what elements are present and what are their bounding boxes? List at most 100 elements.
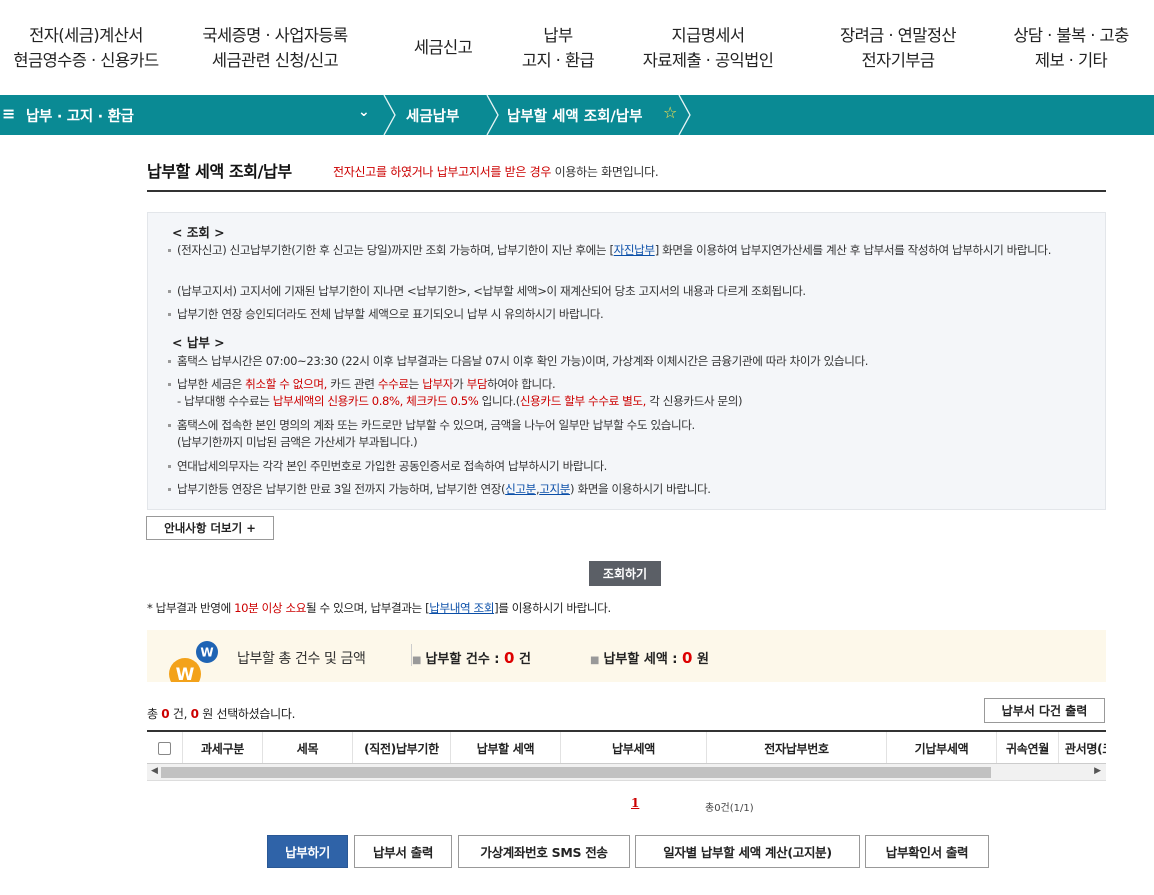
notice-text: * 납부결과 반영에 bbox=[147, 601, 235, 615]
breadcrumb-section[interactable]: 납부 · 고지 · 환급 bbox=[26, 105, 134, 126]
payment-result-notice: * 납부결과 반영에 10분 이상 소요될 수 있으며, 납부결과는 [납부내역… bbox=[147, 600, 611, 616]
chevron-down-icon[interactable]: ⌄ bbox=[358, 104, 370, 120]
title-divider bbox=[147, 190, 1106, 192]
breadcrumb-bar: ≡ 납부 · 고지 · 환급 ⌄ 세금납부 납부할 세액 조회/납부 ☆ bbox=[0, 95, 1154, 135]
top-menu-label: 제보 · 기타 bbox=[1034, 50, 1108, 70]
top-menu-statement[interactable]: 지급명세서 자료제출 · 공익법인 bbox=[608, 23, 808, 73]
search-button[interactable]: 조회하기 bbox=[589, 561, 661, 586]
guide-item: (전자신고) 신고납부기한(기한 후 신고는 당일)까지만 조회 가능하며, 납… bbox=[168, 242, 1093, 259]
count-label: 납부할 건수 : bbox=[425, 652, 505, 667]
top-menu-label: 장려금 · 연말정산 bbox=[840, 25, 957, 45]
top-menu-label: 전자기부금 bbox=[861, 50, 936, 70]
guide-text: 홈택스에 접속한 본인 명의의 계좌 또는 카드로만 납부할 수 있으며, 금액… bbox=[177, 418, 695, 432]
guide-heading-inquiry: < 조회 > bbox=[172, 225, 225, 240]
more-guide-button[interactable]: 안내사항 더보기 + bbox=[146, 516, 274, 540]
top-menu-incentive[interactable]: 장려금 · 연말정산 전자기부금 bbox=[808, 23, 988, 73]
guide-item: 납부한 세금은 취소할 수 없으며, 카드 관련 수수료는 납부자가 부담하여야… bbox=[168, 376, 1093, 410]
top-menu-einvoice[interactable]: 전자(세금)계산서 현금영수증 · 신용카드 bbox=[0, 23, 172, 73]
guide-text: 납부기한등 연장은 납부기한 만료 3일 전까지 가능하며, 납부기한 연장( bbox=[177, 482, 506, 496]
header-e-payment-number: 전자납부번호 bbox=[707, 732, 887, 763]
page-number-link[interactable]: 1 bbox=[631, 796, 639, 810]
hometax-logo-icon: W W bbox=[169, 641, 218, 682]
summary-label: 납부할 총 건수 및 금액 bbox=[237, 651, 366, 667]
subtitle-text: 이용하는 화면입니다. bbox=[551, 165, 659, 179]
notice-text: 될 수 있으며, 납부결과는 [ bbox=[305, 601, 430, 615]
header-due-date: (직전)납부기한 bbox=[353, 732, 451, 763]
self-payment-link[interactable]: 자진납부 bbox=[614, 243, 655, 257]
guide-highlight: 신용카드 할부 수수료 별도, bbox=[519, 394, 646, 408]
guide-text: (전자신고) 신고납부기한(기한 후 신고는 당일)까지만 조회 가능하며, 납… bbox=[177, 243, 614, 257]
payment-amount: ■ 납부할 세액 : 0 원 bbox=[590, 648, 709, 667]
top-menu-label: 납부 bbox=[543, 25, 573, 45]
print-payment-slip-button[interactable]: 납부서 출력 bbox=[354, 835, 452, 868]
payment-history-link[interactable]: 납부내역 조회 bbox=[429, 601, 494, 615]
top-menu-consulting[interactable]: 상담 · 불복 · 고충 제보 · 기타 bbox=[988, 23, 1154, 73]
count-value: 0 bbox=[504, 649, 515, 667]
count-unit: 건 bbox=[514, 652, 531, 667]
top-menu-label: 지급명세서 bbox=[671, 25, 746, 45]
guide-text: 입니다.( bbox=[478, 394, 521, 408]
guide-item: 홈택스에 접속한 본인 명의의 계좌 또는 카드로만 납부할 수 있으며, 금액… bbox=[168, 417, 1093, 451]
scrollbar-thumb[interactable] bbox=[161, 767, 991, 778]
guide-item: 홈택스 납부시간은 07:00~23:30 (22시 이후 납부결과는 다음날 … bbox=[168, 353, 1093, 370]
guide-item: 연대납세의무자는 각각 본인 주민번호로 가입한 공동인증서로 접속하여 납부하… bbox=[168, 458, 1093, 475]
selection-text: 총 bbox=[147, 707, 162, 721]
header-office-name: 관서명(코 bbox=[1064, 741, 1106, 756]
selection-amount: 0 bbox=[190, 707, 199, 721]
guide-item: 납부기한 연장 승인되더라도 전체 납부할 세액으로 표기되오니 납부 시 유의… bbox=[168, 306, 1093, 323]
header-select-all bbox=[147, 732, 183, 763]
guide-text: 카드 관련 bbox=[326, 377, 378, 391]
notice-highlight: 10분 이상 소요 bbox=[234, 601, 306, 615]
guide-text: 하여야 합니다. bbox=[487, 377, 556, 391]
guide-item: 납부기한등 연장은 납부기한 만료 3일 전까지 가능하며, 납부기한 연장(신… bbox=[168, 481, 1093, 498]
top-menu: 전자(세금)계산서 현금영수증 · 신용카드 국세증명 · 사업자등록 세금관련… bbox=[0, 0, 1154, 95]
guide-highlight: 납부세액의 신용카드 0.8%, 체크카드 0.5% bbox=[272, 394, 479, 408]
header-attribution-month: 귀속연월 bbox=[997, 732, 1059, 763]
guide-text: ] 화면을 이용하여 납부지연가산세를 계산 후 납부서를 작성하여 납부하시기… bbox=[654, 243, 1052, 257]
bullet-icon: ■ bbox=[590, 655, 600, 666]
top-menu-label: 세금관련 신청/신고 bbox=[211, 50, 339, 70]
selection-info: 총 0 건, 0 원 선택하셨습니다. bbox=[147, 705, 295, 722]
header-paid-amount: 기납부세액 bbox=[887, 732, 997, 763]
extension-filing-link[interactable]: 신고분 bbox=[505, 482, 536, 496]
notice-text: ]를 이용하시기 바랍니다. bbox=[494, 601, 611, 615]
header-payment-amount: 납부세액 bbox=[561, 732, 707, 763]
virtual-account-sms-button[interactable]: 가상계좌번호 SMS 전송 bbox=[458, 835, 630, 868]
guide-highlight: 취소할 수 없으며, bbox=[245, 377, 327, 391]
breadcrumb-separator-icon bbox=[383, 95, 396, 135]
top-menu-label: 상담 · 불복 · 고충 bbox=[1013, 25, 1129, 45]
guide-text: 가 bbox=[453, 377, 467, 391]
print-payment-confirmation-button[interactable]: 납부확인서 출력 bbox=[865, 835, 989, 868]
pay-button[interactable]: 납부하기 bbox=[267, 835, 348, 868]
amount-label: 납부할 세액 : bbox=[603, 652, 683, 667]
scroll-right-icon[interactable]: ▶ bbox=[1094, 766, 1101, 776]
table-horizontal-scrollbar[interactable]: ◀ ▶ bbox=[147, 764, 1106, 781]
header-tax-type: 과세구분 bbox=[183, 732, 263, 763]
select-all-checkbox[interactable] bbox=[158, 741, 171, 755]
top-menu-label: 국세증명 · 사업자등록 bbox=[202, 25, 348, 45]
breadcrumb-separator-icon bbox=[678, 95, 691, 135]
page-count: 총0건(1/1) bbox=[705, 803, 754, 814]
guide-highlight: 납부자 bbox=[422, 377, 454, 391]
scroll-left-icon[interactable]: ◀ bbox=[151, 766, 158, 776]
guide-heading-payment: < 납부 > bbox=[172, 335, 225, 350]
print-multi-button[interactable]: 납부서 다건 출력 bbox=[984, 698, 1105, 723]
extension-notice-link[interactable]: 고지분 bbox=[539, 482, 570, 496]
svg-text:W: W bbox=[176, 665, 195, 682]
guide-text: ) 화면을 이용하시기 바랍니다. bbox=[570, 482, 711, 496]
breadcrumb-item-current[interactable]: 납부할 세액 조회/납부 bbox=[507, 105, 642, 126]
menu-icon[interactable]: ≡ bbox=[2, 104, 15, 123]
guide-box: < 조회 > (전자신고) 신고납부기한(기한 후 신고는 당일)까지만 조회 … bbox=[147, 212, 1106, 510]
guide-text: 납부한 세금은 bbox=[177, 377, 246, 391]
top-menu-payment[interactable]: 납부 고지 · 환급 bbox=[508, 23, 608, 73]
selection-text: 원 선택하셨습니다. bbox=[198, 707, 296, 721]
top-menu-label: 현금영수증 · 신용카드 bbox=[13, 50, 159, 70]
payment-summary: W W 납부할 총 건수 및 금액 ■ 납부할 건수 : 0 건 ■ 납부할 세액 … bbox=[147, 630, 1106, 682]
top-menu-certificate[interactable]: 국세증명 · 사업자등록 세금관련 신청/신고 bbox=[172, 23, 378, 73]
top-menu-tax-filing[interactable]: 세금신고 bbox=[378, 35, 508, 60]
daily-tax-calc-button[interactable]: 일자별 납부할 세액 계산(고지분) bbox=[635, 835, 860, 868]
guide-highlight: 부담 bbox=[466, 377, 488, 391]
breadcrumb-item-tax-payment[interactable]: 세금납부 bbox=[406, 105, 459, 126]
payment-table-header: 과세구분 세목 (직전)납부기한 납부할 세액 납부세액 전자납부번호 기납부세… bbox=[147, 730, 1106, 764]
top-menu-label: 세금신고 bbox=[413, 38, 473, 57]
